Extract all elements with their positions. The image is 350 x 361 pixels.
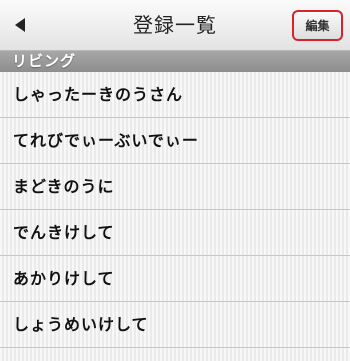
back-arrow-icon: [15, 18, 25, 32]
list-item[interactable]: でんきけして: [0, 210, 350, 256]
list-item[interactable]: まどきのうに: [0, 164, 350, 210]
list-item[interactable]: しゃったーきのうさん: [0, 72, 350, 118]
registered-list: しゃったーきのうさん てれびでぃーぶいでぃー まどきのうに でんきけして あかり…: [0, 72, 350, 361]
navigation-bar: 登録一覧 編集: [0, 0, 350, 51]
list-item[interactable]: てれびでぃーぶいでぃー: [0, 118, 350, 164]
list-item[interactable]: あかりけして: [0, 256, 350, 302]
section-header: リビング: [0, 51, 350, 72]
back-button[interactable]: [0, 0, 40, 50]
list-item[interactable]: しょうめいけして: [0, 302, 350, 348]
edit-button[interactable]: 編集: [292, 10, 343, 41]
screen: 登録一覧 編集 リビング しゃったーきのうさん てれびでぃーぶいでぃー まどきの…: [0, 0, 350, 361]
page-title: 登録一覧: [133, 13, 217, 37]
